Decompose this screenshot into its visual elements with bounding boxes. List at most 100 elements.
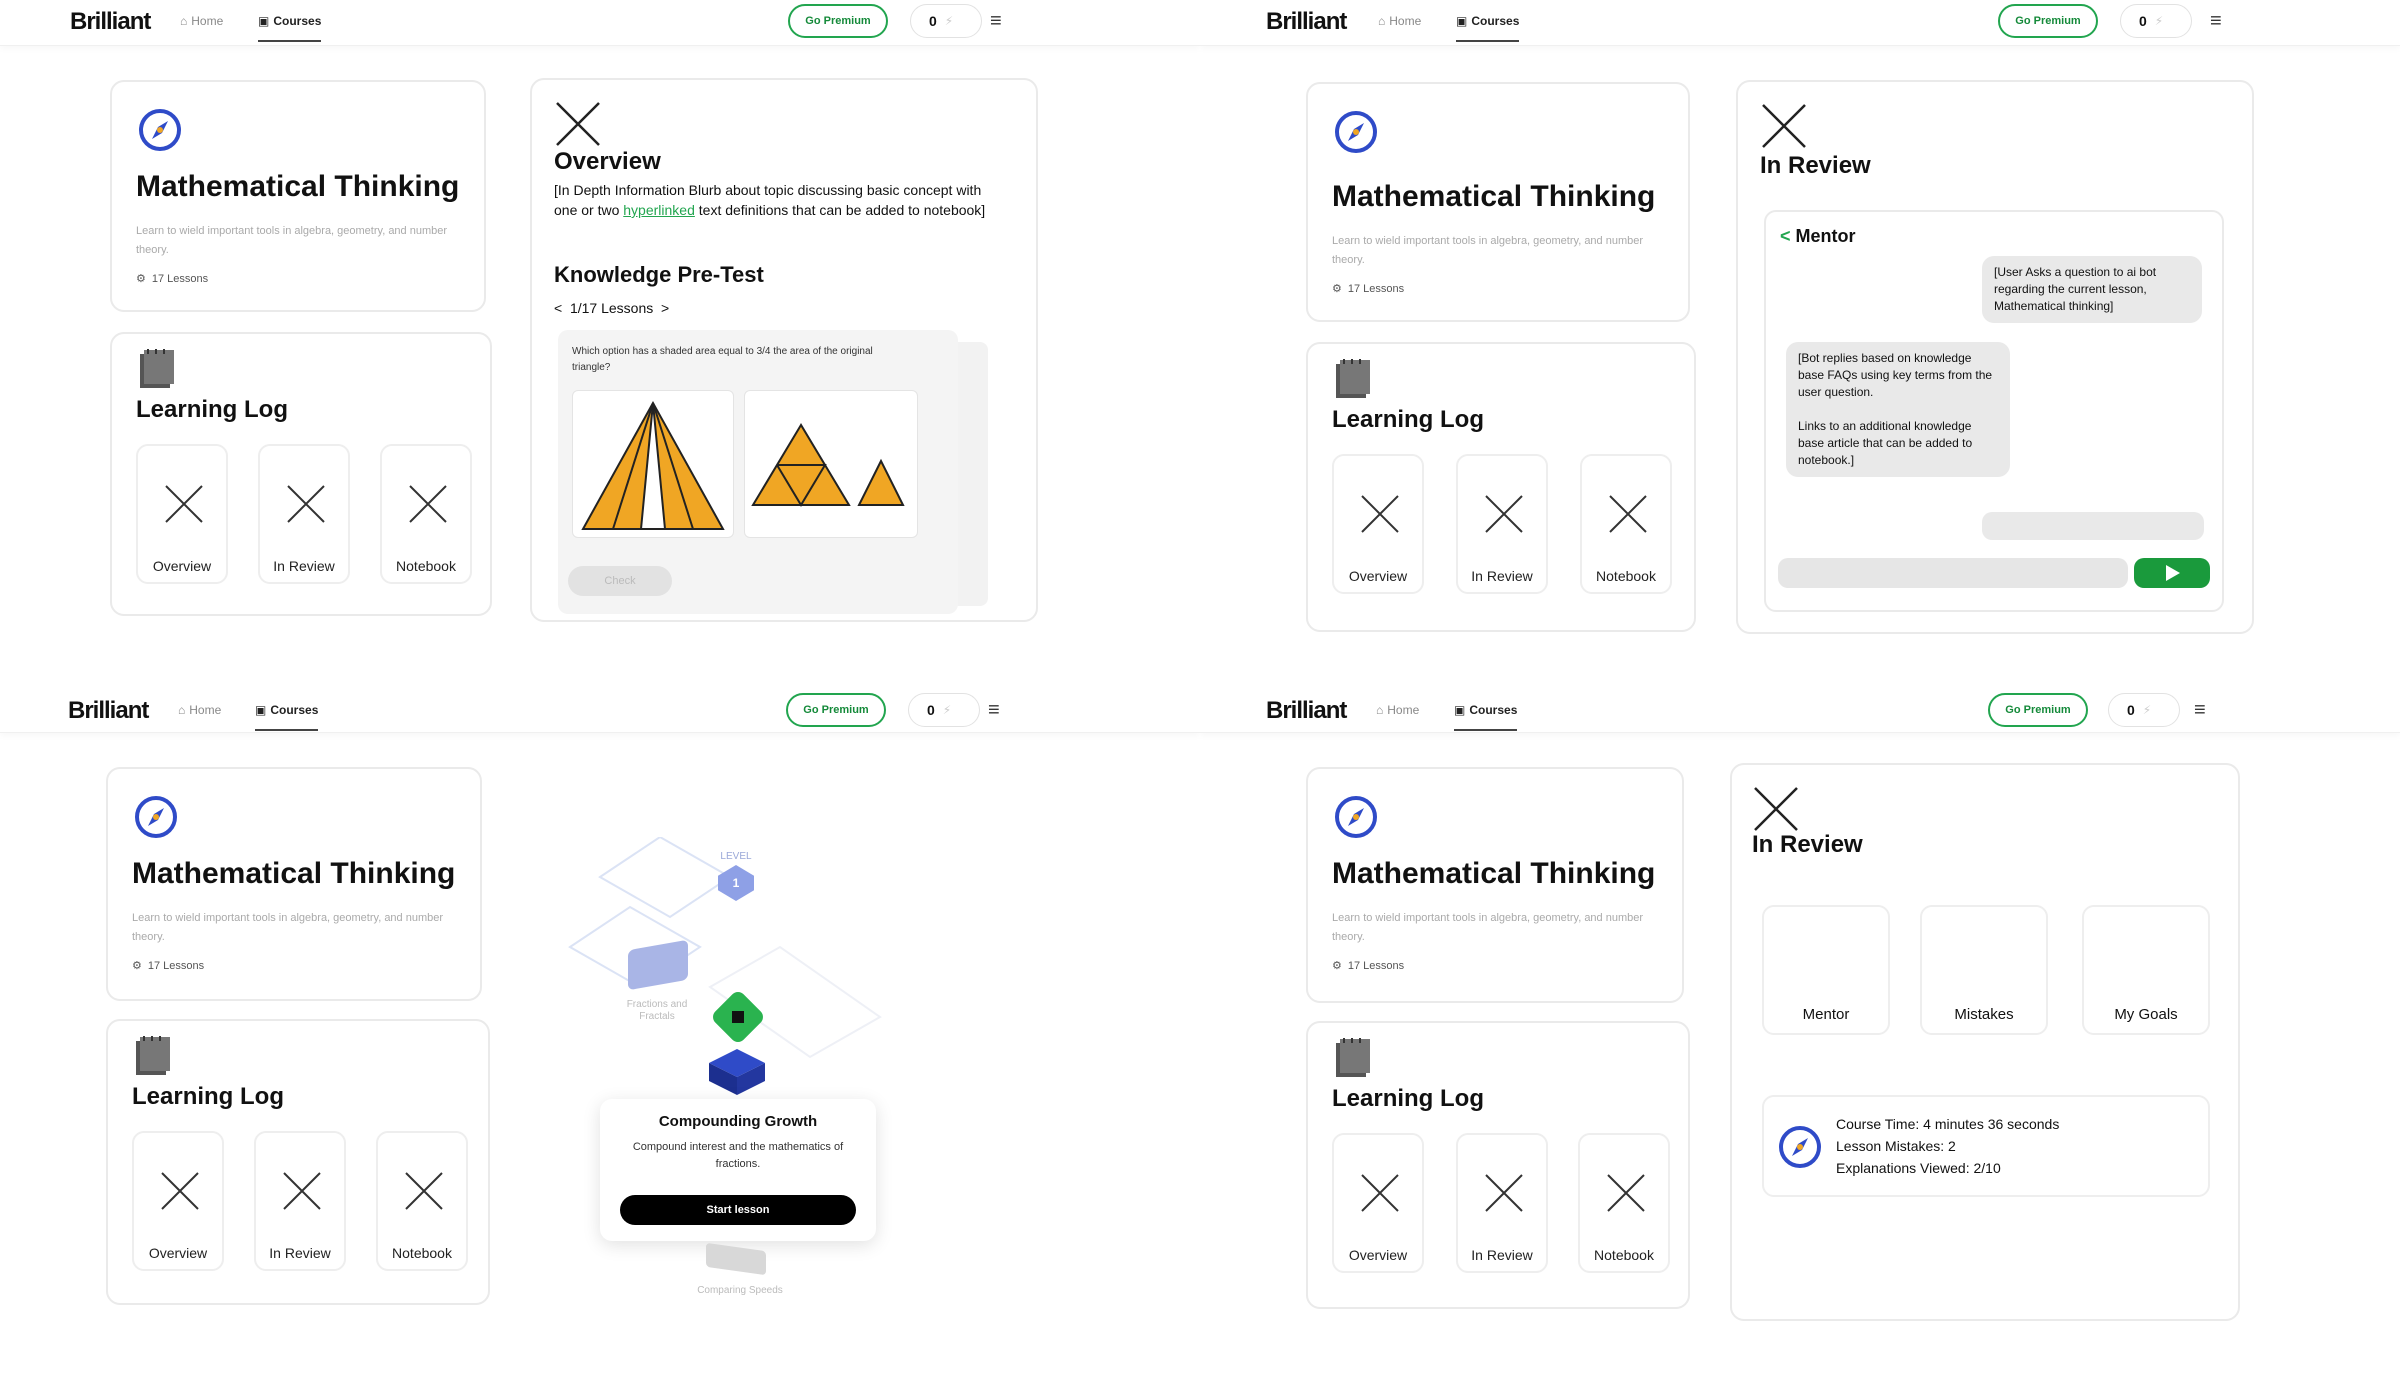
course-card[interactable]: Mathematical Thinking Learn to wield imp… bbox=[1306, 767, 1684, 1003]
top-nav: Brilliant ⌂ Home ▣ Courses Go Premium 0 ⚡ ≡ bbox=[0, 687, 1200, 733]
go-premium-button[interactable]: Go Premium bbox=[786, 693, 886, 727]
learning-log-card: Learning Log Overview In Review Notebook bbox=[106, 1019, 490, 1305]
log-tile-in-review[interactable]: In Review bbox=[1456, 454, 1548, 594]
menu-icon[interactable]: ≡ bbox=[988, 699, 1000, 722]
course-card[interactable]: Mathematical Thinking Learn to wield imp… bbox=[110, 80, 486, 312]
compass-icon bbox=[139, 109, 181, 151]
log-tile-notebook[interactable]: Notebook bbox=[1578, 1133, 1670, 1273]
nav-home[interactable]: ⌂ Home bbox=[180, 14, 223, 28]
brilliant-logo[interactable]: Brilliant bbox=[70, 8, 151, 36]
course-description: Learn to wield important tools in algebr… bbox=[1332, 912, 1644, 943]
course-description: Learn to wield important tools in algebr… bbox=[132, 912, 444, 943]
lightning-icon: ⚡ bbox=[942, 703, 952, 717]
log-tile-in-review[interactable]: In Review bbox=[254, 1131, 346, 1271]
hyperlink[interactable]: hyperlinked bbox=[623, 202, 695, 218]
log-tile-notebook[interactable]: Notebook bbox=[1580, 454, 1672, 594]
level-label: LEVEL bbox=[720, 851, 752, 862]
nav-home[interactable]: ⌂ Home bbox=[178, 703, 221, 717]
log-tile-notebook[interactable]: Notebook bbox=[380, 444, 472, 584]
mentor-chat: < Mentor [User Asks a question to ai bot… bbox=[1764, 210, 2224, 612]
brilliant-logo[interactable]: Brilliant bbox=[1266, 697, 1347, 725]
menu-icon[interactable]: ≡ bbox=[2194, 699, 2206, 722]
go-premium-button[interactable]: Go Premium bbox=[788, 4, 888, 38]
log-tile-overview[interactable]: Overview bbox=[132, 1131, 224, 1271]
placeholder-x-icon bbox=[1361, 1174, 1399, 1212]
nav-home[interactable]: ⌂ Home bbox=[1376, 703, 1419, 717]
log-tile-overview[interactable]: Overview bbox=[1332, 454, 1424, 594]
overview-title: Overview bbox=[554, 148, 661, 175]
review-tile-mentor[interactable]: Mentor bbox=[1762, 905, 1890, 1035]
streak-counter[interactable]: 0 ⚡ bbox=[2120, 4, 2192, 38]
in-review-title: In Review bbox=[1760, 152, 1871, 179]
home-icon: ⌂ bbox=[178, 703, 186, 717]
option-b[interactable] bbox=[744, 390, 918, 538]
back-icon: < bbox=[1780, 226, 1791, 246]
review-tile-my-goals[interactable]: My Goals bbox=[2082, 905, 2210, 1035]
placeholder-x-icon bbox=[161, 1172, 199, 1210]
close-icon[interactable] bbox=[1752, 785, 1800, 833]
nav-courses[interactable]: ▣ Courses bbox=[1454, 703, 1518, 731]
next-icon[interactable]: > bbox=[661, 300, 669, 316]
cube-stack-icon[interactable] bbox=[705, 1045, 769, 1099]
check-button[interactable]: Check bbox=[568, 566, 672, 596]
option-a[interactable] bbox=[572, 390, 734, 538]
go-premium-button[interactable]: Go Premium bbox=[1988, 693, 2088, 727]
mentor-back-link[interactable]: < Mentor bbox=[1780, 226, 1856, 247]
user-message: [User Asks a question to ai bot regardin… bbox=[1982, 256, 2202, 323]
course-title: Mathematical Thinking bbox=[1332, 857, 1656, 890]
log-tile-overview[interactable]: Overview bbox=[136, 444, 228, 584]
path-node-comparing[interactable] bbox=[706, 1242, 766, 1276]
close-icon[interactable] bbox=[554, 100, 602, 148]
placeholder-x-icon bbox=[283, 1172, 321, 1210]
review-tile-mistakes[interactable]: Mistakes bbox=[1920, 905, 2048, 1035]
lesson-pager: < 1/17 Lessons > bbox=[554, 300, 670, 316]
nav-home[interactable]: ⌂ Home bbox=[1378, 14, 1421, 28]
nav-courses[interactable]: ▣ Courses bbox=[258, 14, 322, 42]
log-tile-in-review[interactable]: In Review bbox=[1456, 1133, 1548, 1273]
popup-description: Compound interest and the mathematics of… bbox=[632, 1141, 844, 1170]
streak-counter[interactable]: 0 ⚡ bbox=[2108, 693, 2180, 727]
course-title: Mathematical Thinking bbox=[1332, 180, 1656, 213]
brilliant-logo[interactable]: Brilliant bbox=[68, 697, 149, 725]
lightning-icon: ⚡ bbox=[2154, 14, 2164, 28]
lightning-icon: ⚡ bbox=[2142, 703, 2152, 717]
lessons-icon: ⚙ bbox=[1332, 960, 1342, 972]
home-icon: ⌂ bbox=[180, 14, 188, 28]
log-tile-in-review[interactable]: In Review bbox=[258, 444, 350, 584]
in-review-title: In Review bbox=[1752, 831, 1863, 858]
nav-courses[interactable]: ▣ Courses bbox=[1456, 14, 1520, 42]
log-tile-notebook[interactable]: Notebook bbox=[376, 1131, 468, 1271]
menu-icon[interactable]: ≡ bbox=[990, 10, 1002, 33]
courses-icon: ▣ bbox=[1454, 703, 1466, 717]
prev-icon[interactable]: < bbox=[554, 300, 562, 316]
menu-icon[interactable]: ≡ bbox=[2210, 10, 2222, 33]
course-card[interactable]: Mathematical Thinking Learn to wield imp… bbox=[106, 767, 482, 1001]
placeholder-x-icon bbox=[1361, 495, 1399, 533]
placeholder-x-icon bbox=[1609, 495, 1647, 533]
start-lesson-button[interactable]: Start lesson bbox=[620, 1195, 856, 1225]
log-tile-overview[interactable]: Overview bbox=[1332, 1133, 1424, 1273]
streak-counter[interactable]: 0 ⚡ bbox=[908, 693, 980, 727]
course-card[interactable]: Mathematical Thinking Learn to wield imp… bbox=[1306, 82, 1690, 322]
go-premium-button[interactable]: Go Premium bbox=[1998, 4, 2098, 38]
placeholder-x-icon bbox=[1485, 1174, 1523, 1212]
chat-input[interactable] bbox=[1778, 558, 2128, 588]
compass-icon bbox=[135, 796, 177, 838]
lesson-count: ⚙ 17 Lessons bbox=[132, 959, 205, 973]
streak-counter[interactable]: 0 ⚡ bbox=[910, 4, 982, 38]
lessons-icon: ⚙ bbox=[132, 960, 142, 972]
stat-lesson-mistakes: Lesson Mistakes: 2 bbox=[1836, 1138, 1956, 1154]
courses-icon: ▣ bbox=[1456, 14, 1468, 28]
send-button[interactable] bbox=[2134, 558, 2210, 588]
nav-courses[interactable]: ▣ Courses bbox=[255, 703, 319, 731]
notebook-icon bbox=[136, 1036, 170, 1075]
course-description: Learn to wield important tools in algebr… bbox=[136, 225, 448, 256]
lesson-popup: Compounding Growth Compound interest and… bbox=[600, 1099, 876, 1241]
popup-title: Compounding Growth bbox=[658, 1113, 818, 1130]
lesson-count: ⚙ 17 Lessons bbox=[1332, 959, 1405, 973]
eye-icon bbox=[732, 1011, 744, 1023]
bot-message: [Bot replies based on knowledge base FAQ… bbox=[1786, 342, 2010, 477]
brilliant-logo[interactable]: Brilliant bbox=[1266, 8, 1347, 36]
close-icon[interactable] bbox=[1760, 102, 1808, 150]
in-review-panel: In Review Mentor Mistakes My Goals Cours… bbox=[1730, 763, 2240, 1321]
